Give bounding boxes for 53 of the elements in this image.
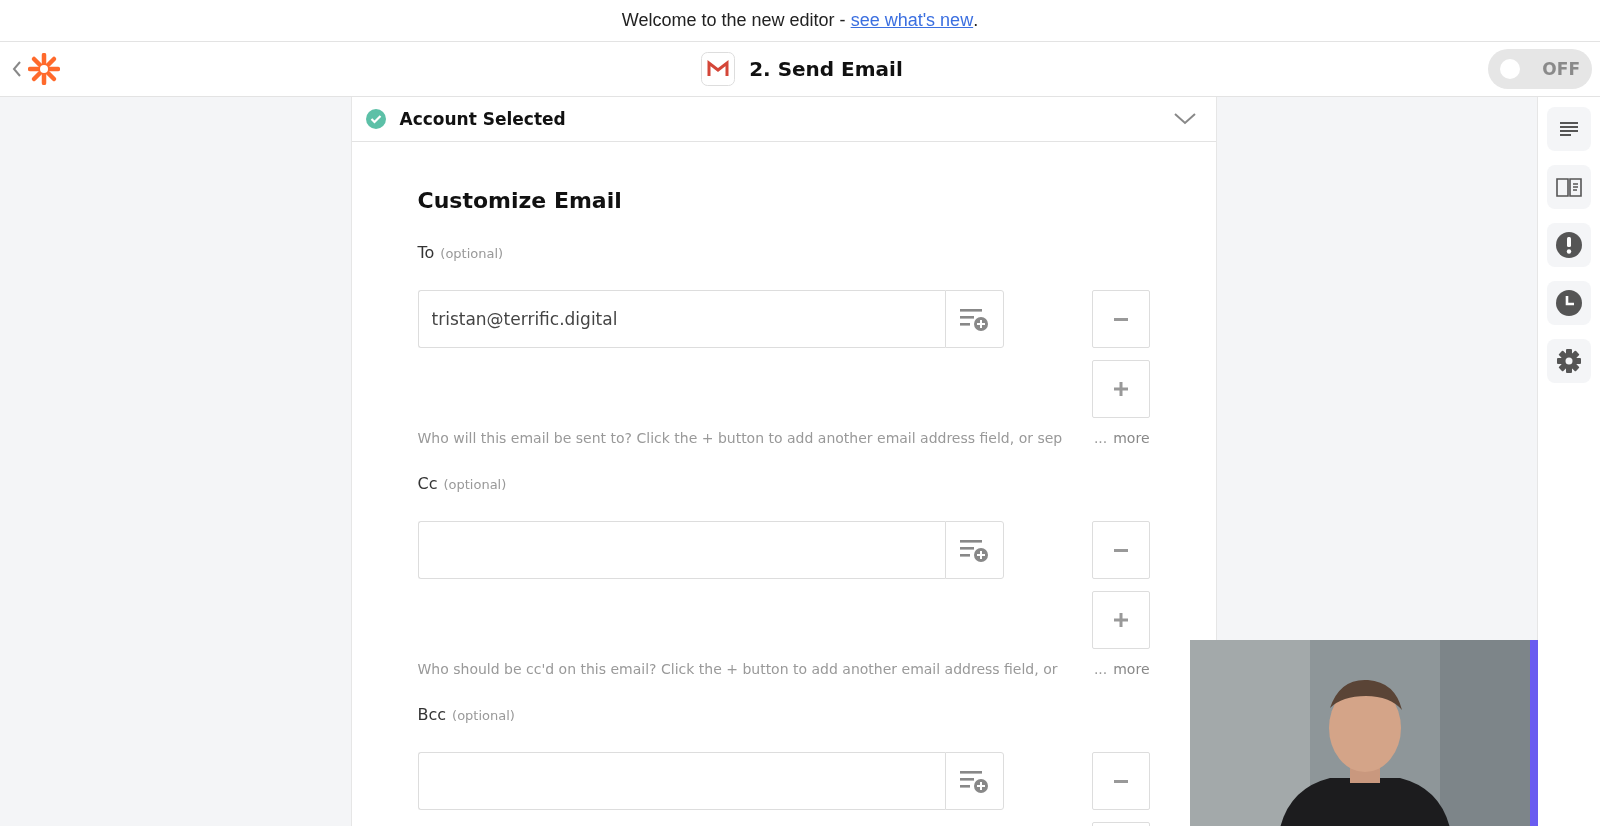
add-field-button[interactable] <box>1091 360 1150 418</box>
section-title: Customize Email <box>417 188 623 213</box>
ellipsis: ... <box>1093 430 1108 446</box>
optional-hint: (optional) <box>452 708 515 723</box>
lines-icon <box>1560 122 1578 136</box>
asterisk-logo-icon[interactable] <box>28 53 60 85</box>
minus-icon <box>1113 779 1128 783</box>
more-link[interactable]: more <box>1113 661 1150 677</box>
whats-new-link[interactable]: see what's new <box>850 10 974 31</box>
email-input-field[interactable] <box>417 752 945 810</box>
minus-icon <box>1113 548 1128 552</box>
optional-hint: (optional) <box>440 246 504 261</box>
insert-data-button[interactable] <box>944 521 1004 579</box>
step-title: 2. Send Email <box>749 57 903 81</box>
banner-period: . <box>973 10 979 31</box>
insert-data-icon <box>958 768 990 794</box>
field-label: Bcc <box>417 705 447 724</box>
mail-icon <box>701 52 736 86</box>
settings-icon <box>1557 349 1581 373</box>
help-text: Who should be cc'd on this email? Click the + button to add another email address field, or <box>417 661 1059 677</box>
chevron-down-icon[interactable] <box>1173 113 1196 125</box>
remove-field-button[interactable] <box>1091 521 1150 579</box>
insert-data-icon <box>958 537 990 563</box>
field-label: To <box>417 243 435 262</box>
insert-data-button[interactable] <box>944 290 1004 348</box>
email-input-field[interactable]: tristan@terrific.digital <box>417 290 945 348</box>
account-title: Account Selected <box>399 109 567 129</box>
more-link[interactable]: more <box>1113 430 1150 446</box>
settings-button[interactable] <box>1547 339 1591 383</box>
guide-button[interactable] <box>1547 165 1591 209</box>
on-off-toggle[interactable]: OFF <box>1488 49 1592 89</box>
email-input-field[interactable] <box>417 521 945 579</box>
remove-field-button[interactable] <box>1091 752 1150 810</box>
help-text: Who will this email be sent to? Click the + button to add another email address field, or sep <box>417 430 1064 446</box>
minus-icon <box>1113 317 1128 321</box>
insert-data-button[interactable] <box>944 752 1004 810</box>
plus-icon <box>1113 382 1128 396</box>
book-icon <box>1556 177 1582 197</box>
insert-data-icon <box>958 306 990 332</box>
account-selected-header[interactable]: Account Selected <box>351 97 1216 142</box>
remove-field-button[interactable] <box>1091 290 1150 348</box>
banner-text: Welcome to the new editor - <box>621 10 847 31</box>
optional-hint: (optional) <box>443 477 507 492</box>
plus-icon <box>1113 613 1128 627</box>
field-label: Cc <box>417 474 438 493</box>
clock-icon <box>1556 290 1582 316</box>
details-button[interactable] <box>1547 107 1591 151</box>
add-field-button[interactable] <box>1091 591 1150 649</box>
history-button[interactable] <box>1547 281 1591 325</box>
back-icon[interactable] <box>12 60 22 78</box>
ellipsis: ... <box>1093 661 1108 677</box>
exclamation-icon <box>1556 232 1582 258</box>
alerts-button[interactable] <box>1547 223 1591 267</box>
